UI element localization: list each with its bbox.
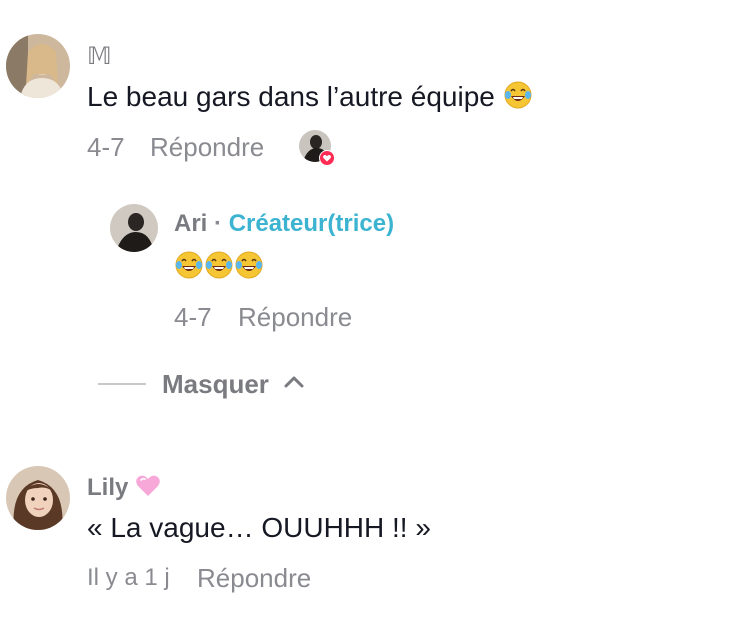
comment-username[interactable]: Lily [87,474,161,505]
chevron-up-icon [283,375,305,394]
laughing-tears-emoji [204,250,234,285]
reply-button[interactable]: Répondre [197,563,311,594]
hide-replies-label: Masquer [162,368,269,399]
comment-date: Il y a 1 j [87,564,170,591]
laughing-tears-emoji [503,80,533,117]
pink-heart-emoji [135,474,161,505]
laughing-tears-emoji [234,250,264,285]
reply-date: 4-7 [174,302,212,332]
heart-icon [319,150,335,166]
hide-replies-toggle[interactable]: Masquer [98,366,305,402]
reply-header: Ari · Créateur(trice) [174,210,394,238]
reply-button[interactable]: Répondre [150,132,264,163]
reply-avatar[interactable] [110,204,158,252]
comment-avatar[interactable] [6,466,70,530]
comment-text: « La vague… OUUHHH !! » [87,512,431,543]
comment-text: Le beau gars dans l’autre équipe [87,80,533,117]
creator-liked-indicator [299,130,337,168]
comment-date: 4-7 [87,132,125,162]
comment-username-text: Lily [87,474,129,501]
comment-avatar[interactable] [6,34,70,98]
divider-line [98,383,146,385]
reply-text [174,250,264,285]
creator-badge: Créateur(trice) [228,210,395,237]
comment-text-content: Le beau gars dans l’autre équipe [87,81,495,112]
laughing-tears-emoji [174,250,204,285]
separator-dot: · [214,210,223,237]
comment-username[interactable]: 𝕄 [87,42,112,71]
reply-username[interactable]: Ari [174,210,207,237]
reply-button[interactable]: Répondre [238,302,352,333]
